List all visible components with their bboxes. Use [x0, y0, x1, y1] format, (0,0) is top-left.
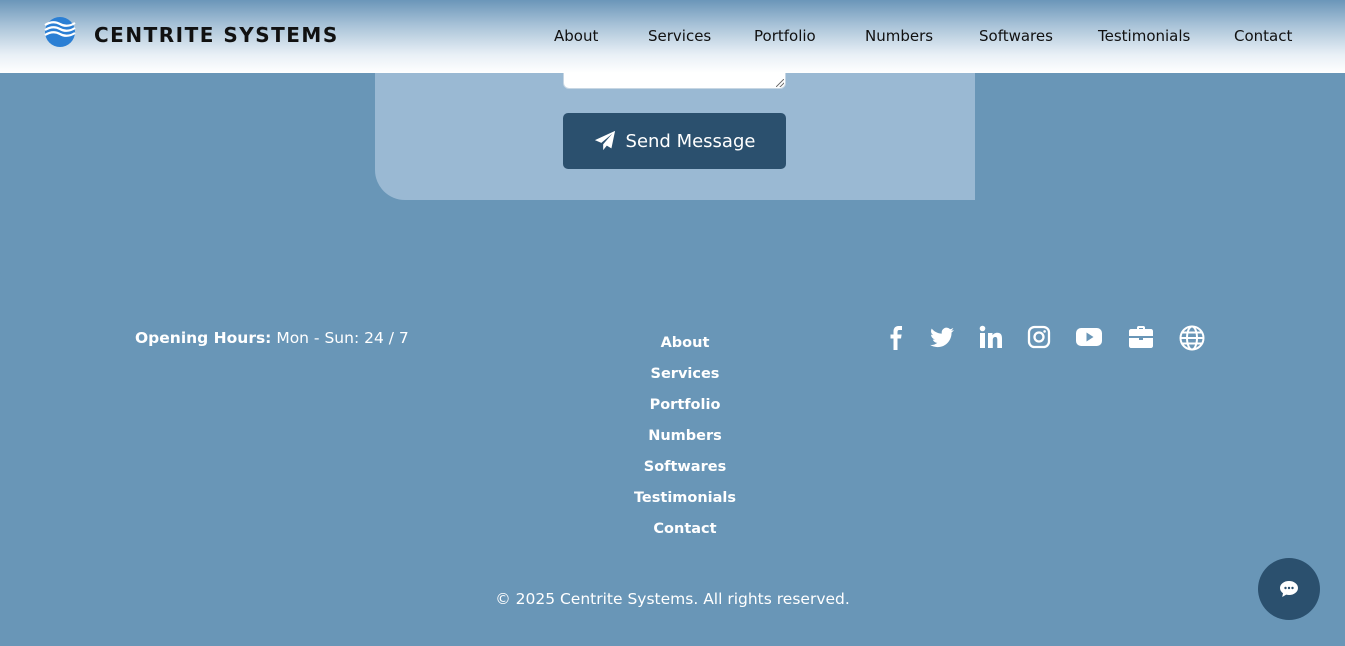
nav-softwares[interactable]: Softwares [979, 27, 1053, 45]
send-message-button[interactable]: Send Message [563, 113, 786, 169]
nav-services[interactable]: Services [648, 27, 711, 45]
opening-hours: Opening Hours: Mon - Sun: 24 / 7 [135, 329, 409, 347]
nav-about[interactable]: About [554, 27, 598, 45]
footer-link-services[interactable]: Services [585, 364, 785, 395]
nav-testimonials[interactable]: Testimonials [1098, 27, 1190, 45]
footer-link-testimonials[interactable]: Testimonials [585, 488, 785, 519]
footer-nav: About Services Portfolio Numbers Softwar… [585, 333, 785, 550]
footer-link-numbers[interactable]: Numbers [585, 426, 785, 457]
send-message-label: Send Message [625, 130, 756, 152]
facebook-icon[interactable] [886, 325, 906, 355]
footer-link-portfolio[interactable]: Portfolio [585, 395, 785, 426]
opening-hours-value: Mon - Sun: 24 / 7 [276, 329, 409, 347]
instagram-icon[interactable] [1027, 325, 1051, 353]
nav-numbers[interactable]: Numbers [865, 27, 933, 45]
copyright-text: © 2025 Centrite Systems. All rights rese… [495, 590, 850, 608]
chat-button[interactable] [1258, 558, 1320, 620]
paper-plane-icon [594, 130, 615, 151]
main-nav: About Services Portfolio Numbers Softwar… [0, 27, 1345, 47]
linkedin-icon[interactable] [979, 325, 1003, 353]
nav-contact[interactable]: Contact [1234, 27, 1292, 45]
nav-portfolio[interactable]: Portfolio [754, 27, 816, 45]
site-header: CENTRITE SYSTEMS About Services Portfoli… [0, 0, 1345, 73]
footer-link-about[interactable]: About [585, 333, 785, 364]
chat-bubble-icon [1280, 581, 1298, 597]
resize-handle[interactable] [776, 79, 784, 87]
briefcase-icon[interactable] [1128, 325, 1154, 353]
globe-icon[interactable] [1179, 325, 1205, 355]
youtube-icon[interactable] [1075, 325, 1103, 353]
footer-link-softwares[interactable]: Softwares [585, 457, 785, 488]
twitter-icon[interactable] [929, 325, 955, 355]
opening-hours-label: Opening Hours: [135, 329, 272, 347]
footer-link-contact[interactable]: Contact [585, 519, 785, 550]
site-footer: Opening Hours: Mon - Sun: 24 / 7 About S… [0, 281, 1345, 646]
social-links [886, 325, 1216, 353]
